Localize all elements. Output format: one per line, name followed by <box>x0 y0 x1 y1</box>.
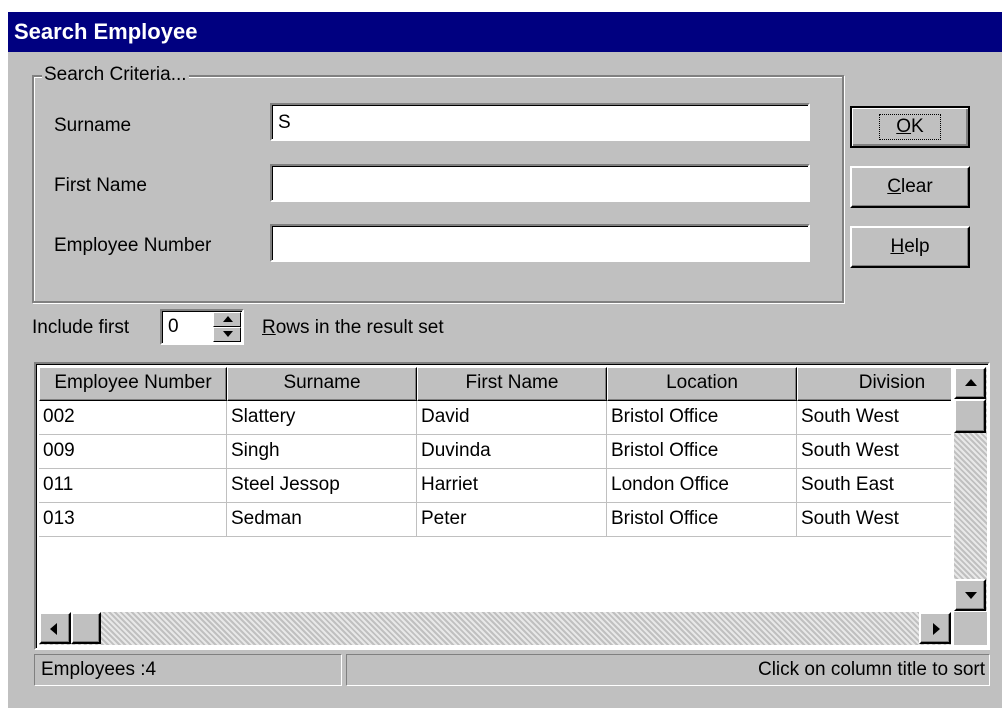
scrollbar-corner <box>954 612 987 645</box>
include-rows-value: 0 <box>168 316 179 337</box>
cell-location: Bristol Office <box>607 401 797 435</box>
cell-first-name: Peter <box>417 503 607 537</box>
first-name-label: First Name <box>54 175 147 196</box>
include-first-label: Include first <box>32 317 130 338</box>
table-row[interactable]: 013 Sedman Peter Bristol Office South We… <box>39 503 951 537</box>
cell-division: South West <box>797 401 951 435</box>
employee-number-input[interactable] <box>270 224 810 262</box>
column-header-division[interactable]: Division <box>797 367 951 401</box>
cell-location: Bristol Office <box>607 435 797 469</box>
search-criteria-legend: Search Criteria... <box>42 63 189 87</box>
column-header-surname[interactable]: Surname <box>227 367 417 401</box>
employee-number-label: Employee Number <box>54 235 212 256</box>
ok-focus-rect: OK <box>879 114 941 140</box>
first-name-input[interactable] <box>270 164 810 202</box>
cell-division: South West <box>797 435 951 469</box>
spin-down-button[interactable] <box>213 327 241 342</box>
scroll-left-button[interactable] <box>39 612 71 644</box>
employee-count-status: Employees :4 <box>34 654 342 686</box>
cell-surname: Slattery <box>227 401 417 435</box>
cell-division: South West <box>797 503 951 537</box>
sort-hint-status: Click on column title to sort <box>346 654 990 686</box>
column-header-first-name[interactable]: First Name <box>417 367 607 401</box>
grid-header-row: Employee Number Surname First Name Locat… <box>39 367 951 401</box>
cell-surname: Sedman <box>227 503 417 537</box>
scroll-right-arrow-icon <box>933 623 940 635</box>
cell-first-name: David <box>417 401 607 435</box>
cell-location: London Office <box>607 469 797 503</box>
horizontal-scroll-thumb[interactable] <box>71 612 101 644</box>
spinner-buttons <box>213 312 241 342</box>
table-row[interactable]: 002 Slattery David Bristol Office South … <box>39 401 951 435</box>
scroll-up-button[interactable] <box>954 367 986 399</box>
ok-mnemonic: O <box>896 116 912 137</box>
rows-result-set-label: Rows in the result set <box>262 316 444 340</box>
column-header-employee-number[interactable]: Employee Number <box>39 367 227 401</box>
help-mnemonic: H <box>890 236 905 257</box>
table-row[interactable]: 009 Singh Duvinda Bristol Office South W… <box>39 435 951 469</box>
include-rows-spinner[interactable]: 0 <box>160 309 244 345</box>
clear-label-rest: lear <box>901 176 933 197</box>
cell-employee-number: 013 <box>39 503 227 537</box>
rows-label-rest: ows in the result set <box>275 317 444 338</box>
ok-button[interactable]: OK <box>850 106 970 148</box>
grid-viewport: Employee Number Surname First Name Locat… <box>39 367 951 611</box>
window-title: Search Employee <box>8 12 1002 52</box>
scroll-right-button[interactable] <box>919 612 951 644</box>
cell-division: South East <box>797 469 951 503</box>
surname-label: Surname <box>54 115 132 136</box>
cell-employee-number: 009 <box>39 435 227 469</box>
column-header-location[interactable]: Location <box>607 367 797 401</box>
surname-input[interactable]: S <box>270 103 810 141</box>
up-arrow-icon <box>223 316 233 322</box>
search-employee-dialog: Search Employee Search Criteria... Surna… <box>8 12 1002 708</box>
horizontal-scrollbar[interactable] <box>39 612 951 645</box>
cell-employee-number: 011 <box>39 469 227 503</box>
ok-label-rest: K <box>911 116 924 137</box>
vertical-scrollbar[interactable] <box>954 367 987 611</box>
cell-first-name: Harriet <box>417 469 607 503</box>
scroll-down-button[interactable] <box>954 579 986 611</box>
table-row[interactable]: 011 Steel Jessop Harriet London Office S… <box>39 469 951 503</box>
spin-up-button[interactable] <box>213 312 241 327</box>
help-label-rest: elp <box>904 236 930 257</box>
status-bar: Employees :4 Click on column title to so… <box>34 654 990 686</box>
clear-mnemonic: C <box>887 176 902 197</box>
scroll-up-arrow-icon <box>965 379 977 386</box>
cell-location: Bristol Office <box>607 503 797 537</box>
clear-button[interactable]: Clear <box>850 166 970 208</box>
rows-mnemonic: R <box>262 317 276 338</box>
cell-surname: Steel Jessop <box>227 469 417 503</box>
vertical-scroll-thumb[interactable] <box>954 399 986 433</box>
cell-surname: Singh <box>227 435 417 469</box>
cell-first-name: Duvinda <box>417 435 607 469</box>
down-arrow-icon <box>223 331 233 337</box>
cell-employee-number: 002 <box>39 401 227 435</box>
help-button[interactable]: Help <box>850 226 970 268</box>
employee-results-grid[interactable]: Employee Number Surname First Name Locat… <box>34 362 990 650</box>
scroll-left-arrow-icon <box>50 623 57 635</box>
scroll-down-arrow-icon <box>965 592 977 599</box>
